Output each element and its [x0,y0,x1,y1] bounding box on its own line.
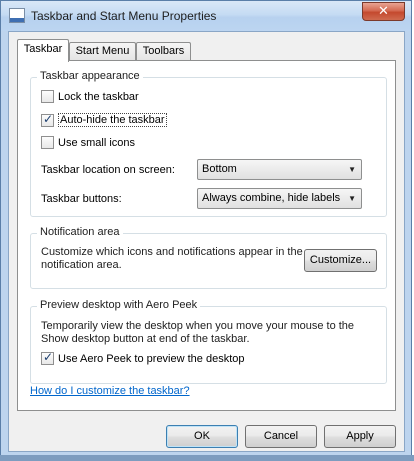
cancel-button[interactable]: Cancel [245,425,317,448]
dialog-client-area: Taskbar Start Menu Toolbars Taskbar appe… [8,31,405,452]
taskbar-tab-panel: Taskbar appearance Lock the taskbar Auto… [17,60,396,411]
tab-start-menu[interactable]: Start Menu [69,42,136,61]
taskbar-app-icon [9,8,25,23]
notification-text-line2: notification area. [41,259,122,271]
location-value: Bottom [202,163,237,175]
use-peek-checkbox[interactable] [41,350,54,365]
small-icons-checkbox[interactable] [41,136,54,149]
notification-description: Customize which icons and notifications … [41,246,311,272]
ok-button[interactable]: OK [166,425,238,448]
chevron-down-icon: ▼ [348,165,356,174]
peek-description: Temporarily view the desktop when you mo… [41,320,381,346]
title-bar[interactable]: Taskbar and Start Menu Properties ✕ [1,1,411,31]
customize-button[interactable]: Customize... [304,249,377,272]
use-peek-label: Use Aero Peek to preview the desktop [58,352,245,365]
tab-taskbar[interactable]: Taskbar [17,39,69,62]
buttons-label: Taskbar buttons: [41,193,122,205]
chevron-down-icon: ▼ [348,194,356,203]
location-dropdown[interactable]: Bottom ▼ [197,159,362,180]
taskbar-edge [0,455,414,461]
group-title-peek: Preview desktop with Aero Peek [37,299,201,311]
help-link[interactable]: How do I customize the taskbar? [30,385,190,397]
group-title-notification: Notification area [37,226,123,238]
close-button[interactable]: ✕ [362,2,405,21]
use-peek-option[interactable]: Use Aero Peek to preview the desktop [41,350,245,365]
buttons-dropdown[interactable]: Always combine, hide labels ▼ [197,188,362,209]
tab-toolbars[interactable]: Toolbars [136,42,191,61]
small-icons-option[interactable]: Use small icons [41,136,135,149]
peek-text-line1: Temporarily view the desktop when you mo… [41,320,355,332]
lock-taskbar-label: Lock the taskbar [58,90,139,103]
lock-taskbar-option[interactable]: Lock the taskbar [41,90,139,103]
lock-taskbar-checkbox[interactable] [41,90,54,103]
autohide-option[interactable]: Auto-hide the taskbar [41,112,167,127]
window-title: Taskbar and Start Menu Properties [31,9,217,23]
apply-button[interactable]: Apply [324,425,396,448]
notification-area-group: Notification area Customize which icons … [30,226,387,289]
location-label: Taskbar location on screen: [41,164,175,176]
buttons-value: Always combine, hide labels [202,192,341,204]
notification-text-line1: Customize which icons and notifications … [41,246,303,258]
taskbar-appearance-group: Taskbar appearance Lock the taskbar Auto… [30,70,387,217]
dialog-window: Taskbar and Start Menu Properties ✕ Task… [0,0,412,459]
group-title-appearance: Taskbar appearance [37,70,143,82]
autohide-checkbox[interactable] [41,112,54,127]
peek-text-line2: Show desktop button at end of the taskba… [41,333,250,345]
aero-peek-group: Preview desktop with Aero Peek Temporari… [30,299,387,384]
autohide-label: Auto-hide the taskbar [58,113,167,127]
small-icons-label: Use small icons [58,136,136,149]
